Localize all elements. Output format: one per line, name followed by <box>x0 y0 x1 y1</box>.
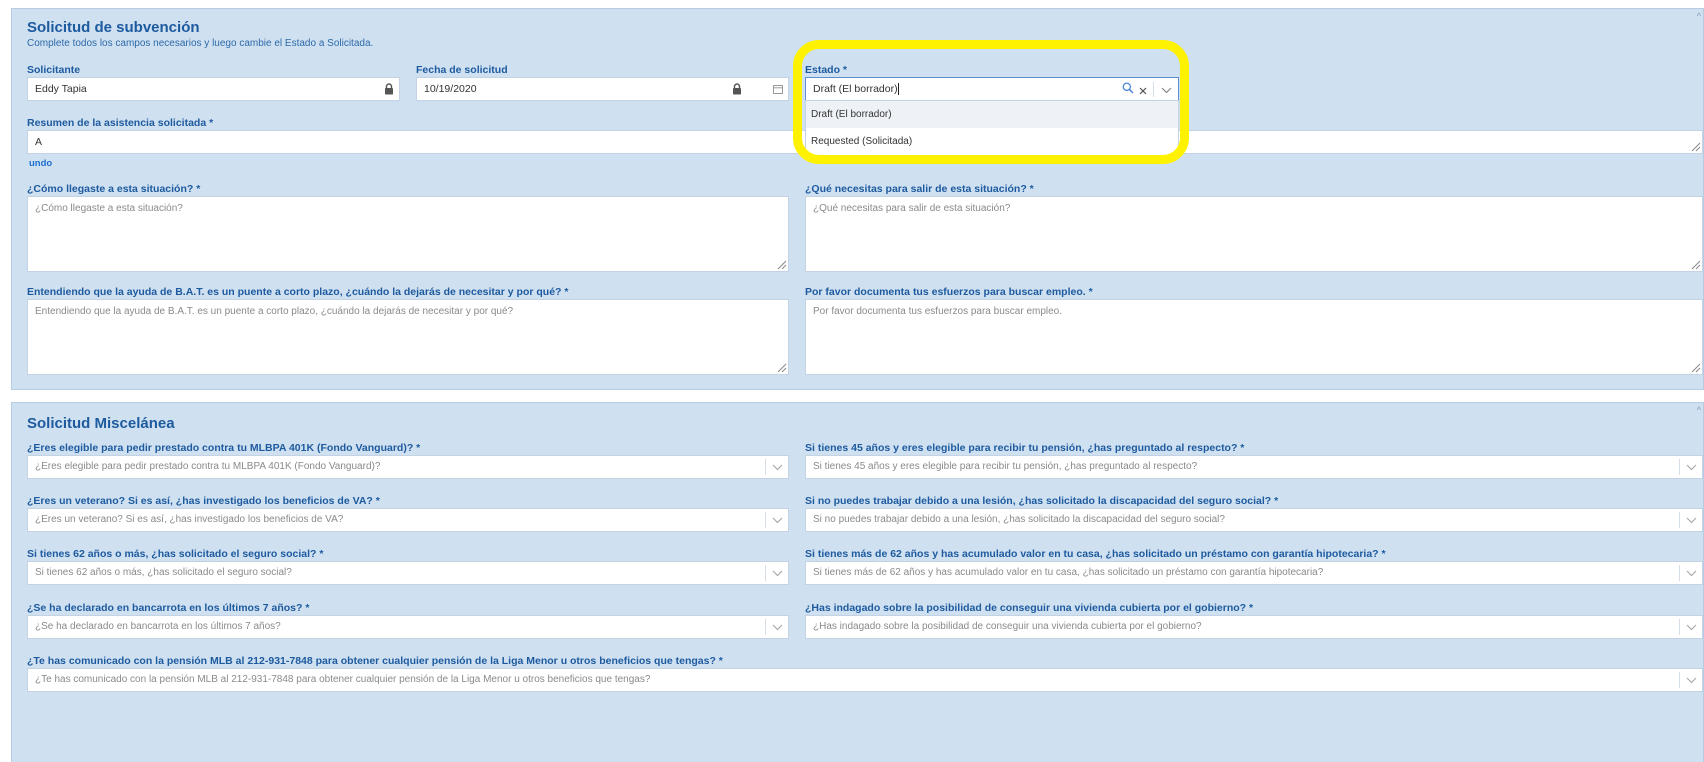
collapse-icon[interactable]: ^ <box>1697 11 1701 21</box>
mlb-pension-label: ¿Te has comunicado con la pensión MLB al… <box>27 655 723 667</box>
resize-grip-icon[interactable] <box>777 260 787 270</box>
chevron-down-icon[interactable] <box>772 517 783 524</box>
resize-grip-icon[interactable] <box>777 363 787 373</box>
veteran-label: ¿Eres un veterano? Si es así, ¿has inves… <box>27 495 380 507</box>
chevron-down-icon[interactable] <box>772 464 783 471</box>
need-textarea[interactable]: ¿Qué necesitas para salir de esta situac… <box>805 196 1703 272</box>
how-textarea[interactable]: ¿Cómo llegaste a esta situación? <box>27 196 789 272</box>
collapse-icon[interactable]: ^ <box>1697 405 1701 415</box>
chevron-down-icon[interactable] <box>772 570 783 577</box>
lock-icon <box>385 83 393 95</box>
home-loan-label: Si tienes más de 62 años y has acumulado… <box>805 548 1386 560</box>
housing-select[interactable]: ¿Has indagado sobre la posibilidad de co… <box>805 615 1703 639</box>
need-placeholder: ¿Qué necesitas para salir de esta situac… <box>813 203 1011 214</box>
status-highlight-annotation <box>793 40 1189 164</box>
applicant-value: Eddy Tapia <box>35 83 87 95</box>
social-security-label: Si tienes 62 años o más, ¿has solicitado… <box>27 548 324 560</box>
chevron-down-icon[interactable] <box>1686 624 1697 631</box>
misc-request-title: Solicitud Miscelánea <box>27 415 175 432</box>
undo-link[interactable]: undo <box>29 158 52 169</box>
summary-value: A <box>35 136 43 148</box>
housing-placeholder: ¿Has indagado sobre la posibilidad de co… <box>813 621 1202 632</box>
bankruptcy-select[interactable]: ¿Se ha declarado en bancarrota en los úl… <box>27 615 789 639</box>
lock-icon <box>733 83 741 95</box>
job-label: Por favor documenta tus esfuerzos para b… <box>805 286 1093 298</box>
chevron-down-icon[interactable] <box>1686 517 1697 524</box>
request-date-field: 10/19/2020 <box>416 77 789 101</box>
job-textarea[interactable]: Por favor documenta tus esfuerzos para b… <box>805 299 1703 375</box>
bridge-label: Entendiendo que la ayuda de B.A.T. es un… <box>27 286 569 298</box>
applicant-label: Solicitante <box>27 64 81 76</box>
how-label: ¿Cómo llegaste a esta situación? * <box>27 183 201 195</box>
pension-placeholder: Si tienes 45 años y eres elegible para r… <box>813 461 1198 472</box>
social-security-select[interactable]: Si tienes 62 años o más, ¿has solicitado… <box>27 561 789 585</box>
resize-grip-icon[interactable] <box>1691 363 1701 373</box>
grant-request-title: Solicitud de subvención <box>27 19 200 36</box>
social-security-placeholder: Si tienes 62 años o más, ¿has solicitado… <box>35 567 292 578</box>
how-placeholder: ¿Cómo llegaste a esta situación? <box>35 203 183 214</box>
vanguard-label: ¿Eres elegible para pedir prestado contr… <box>27 442 421 454</box>
disability-placeholder: Si no puedes trabajar debido a una lesió… <box>813 514 1225 525</box>
home-loan-placeholder: Si tienes más de 62 años y has acumulado… <box>813 567 1324 578</box>
pension-select[interactable]: Si tienes 45 años y eres elegible para r… <box>805 455 1703 479</box>
chevron-down-icon[interactable] <box>1686 570 1697 577</box>
bridge-placeholder: Entendiendo que la ayuda de B.A.T. es un… <box>35 306 514 317</box>
applicant-field: Eddy Tapia <box>27 77 400 101</box>
chevron-down-icon[interactable] <box>772 624 783 631</box>
pension-label: Si tienes 45 años y eres elegible para r… <box>805 442 1245 454</box>
calendar-icon[interactable] <box>773 84 783 94</box>
resize-grip-icon[interactable] <box>1691 260 1701 270</box>
veteran-placeholder: ¿Eres un veterano? Si es así, ¿has inves… <box>35 514 344 525</box>
vanguard-placeholder: ¿Eres elegible para pedir prestado contr… <box>35 461 381 472</box>
disability-select[interactable]: Si no puedes trabajar debido a una lesió… <box>805 508 1703 532</box>
chevron-down-icon[interactable] <box>1686 677 1697 684</box>
request-date-label: Fecha de solicitud <box>416 64 508 76</box>
chevron-down-icon[interactable] <box>1686 464 1697 471</box>
bridge-textarea[interactable]: Entendiendo que la ayuda de B.A.T. es un… <box>27 299 789 375</box>
disability-label: Si no puedes trabajar debido a una lesió… <box>805 495 1279 507</box>
home-loan-select[interactable]: Si tienes más de 62 años y has acumulado… <box>805 561 1703 585</box>
veteran-select[interactable]: ¿Eres un veterano? Si es así, ¿has inves… <box>27 508 789 532</box>
vanguard-select[interactable]: ¿Eres elegible para pedir prestado contr… <box>27 455 789 479</box>
job-placeholder: Por favor documenta tus esfuerzos para b… <box>813 306 1063 317</box>
bankruptcy-placeholder: ¿Se ha declarado en bancarrota en los úl… <box>35 621 281 632</box>
grant-request-subtitle: Complete todos los campos necesarios y l… <box>27 38 374 49</box>
resize-grip-icon[interactable] <box>1691 142 1701 152</box>
mlb-pension-select[interactable]: ¿Te has comunicado con la pensión MLB al… <box>27 668 1703 692</box>
summary-label: Resumen de la asistencia solicitada * <box>27 117 214 129</box>
housing-label: ¿Has indagado sobre la posibilidad de co… <box>805 602 1254 614</box>
request-date-value: 10/19/2020 <box>424 83 477 95</box>
need-label: ¿Qué necesitas para salir de esta situac… <box>805 183 1034 195</box>
mlb-pension-placeholder: ¿Te has comunicado con la pensión MLB al… <box>35 674 651 685</box>
bankruptcy-label: ¿Se ha declarado en bancarrota en los úl… <box>27 602 310 614</box>
